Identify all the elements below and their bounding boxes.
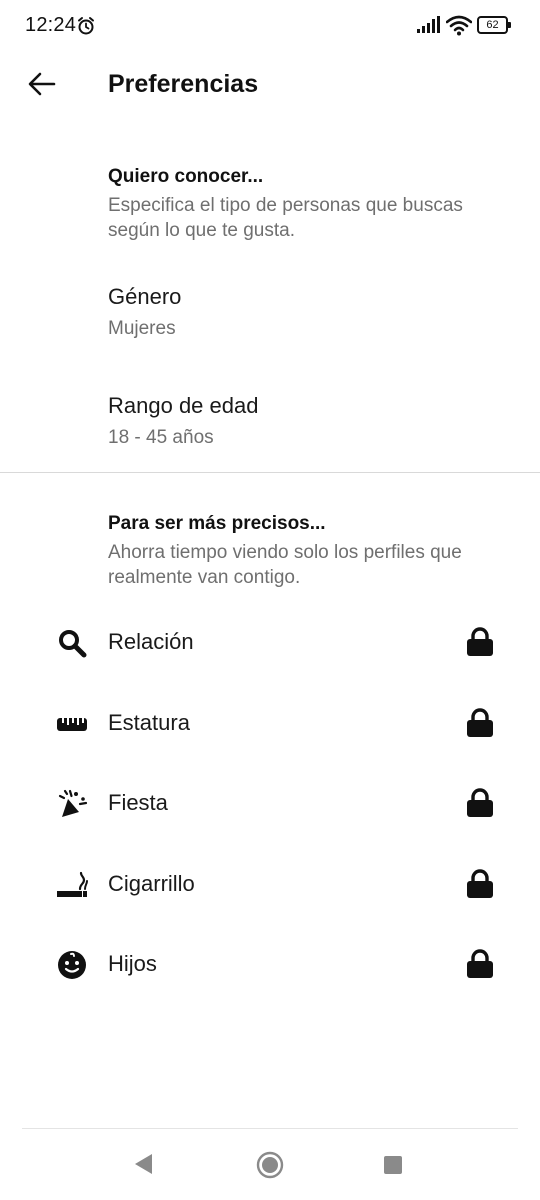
- locked-preference-label: Relación: [108, 629, 194, 654]
- lock-icon: [467, 627, 493, 656]
- status-bar: 12:24 62: [0, 0, 540, 52]
- preference-value: 18 - 45 años: [108, 427, 214, 448]
- lock-icon: [467, 708, 493, 737]
- arrow-left-icon: [28, 72, 56, 96]
- page-title: Preferencias: [108, 70, 259, 98]
- locked-preference-relacion[interactable]: Relación: [0, 607, 540, 677]
- battery-level: 62: [477, 16, 508, 34]
- baby-face-icon: [56, 949, 88, 981]
- section-title-quiero-conocer: Quiero conocer...: [108, 166, 264, 187]
- nav-back-icon[interactable]: [132, 1152, 154, 1176]
- locked-preference-label: Estatura: [108, 710, 190, 735]
- lock-icon: [467, 788, 493, 817]
- preferences-screen: 12:24 62 Preferencias Quiero conocer... …: [0, 0, 540, 1200]
- locked-preference-estatura[interactable]: Estatura: [0, 688, 540, 758]
- lock-icon: [467, 869, 493, 898]
- nav-recents-icon[interactable]: [383, 1155, 403, 1175]
- battery-icon: 62: [477, 16, 512, 34]
- status-time: 12:24: [25, 14, 77, 36]
- preference-label: Rango de edad: [108, 393, 259, 418]
- locked-preference-hijos[interactable]: Hijos: [0, 929, 540, 999]
- section-description-para-ser-mas-precisos: Ahorra tiempo viendo solo los perfiles q…: [108, 542, 462, 588]
- ruler-icon: [56, 708, 88, 740]
- lock-icon: [467, 949, 493, 978]
- locked-preference-fiesta[interactable]: Fiesta: [0, 768, 540, 838]
- section-description-quiero-conocer: Especifica el tipo de personas que busca…: [108, 195, 463, 241]
- locked-preference-cigarrillo[interactable]: Cigarrillo: [0, 849, 540, 919]
- search-icon: [56, 627, 88, 659]
- smoking-icon: [56, 869, 88, 901]
- alarm-clock-icon: [78, 17, 94, 35]
- party-popper-icon: [56, 788, 88, 820]
- preference-item-genero[interactable]: Género Mujeres: [0, 272, 540, 352]
- preference-label: Género: [108, 284, 182, 309]
- navigation-bar-divider: [22, 1128, 518, 1129]
- back-button[interactable]: [22, 64, 62, 104]
- signal-icon: [417, 16, 440, 33]
- section-title-para-ser-mas-precisos: Para ser más precisos...: [108, 513, 326, 534]
- preference-item-rango-de-edad[interactable]: Rango de edad 18 - 45 años: [0, 381, 540, 461]
- wifi-icon: [446, 15, 472, 36]
- locked-preference-label: Fiesta: [108, 790, 168, 815]
- nav-home-icon[interactable]: [256, 1151, 284, 1179]
- locked-preference-label: Cigarrillo: [108, 871, 195, 896]
- locked-preference-label: Hijos: [108, 951, 157, 976]
- section-divider: [0, 472, 540, 473]
- preference-value: Mujeres: [108, 318, 176, 339]
- battery-tip: [508, 22, 511, 28]
